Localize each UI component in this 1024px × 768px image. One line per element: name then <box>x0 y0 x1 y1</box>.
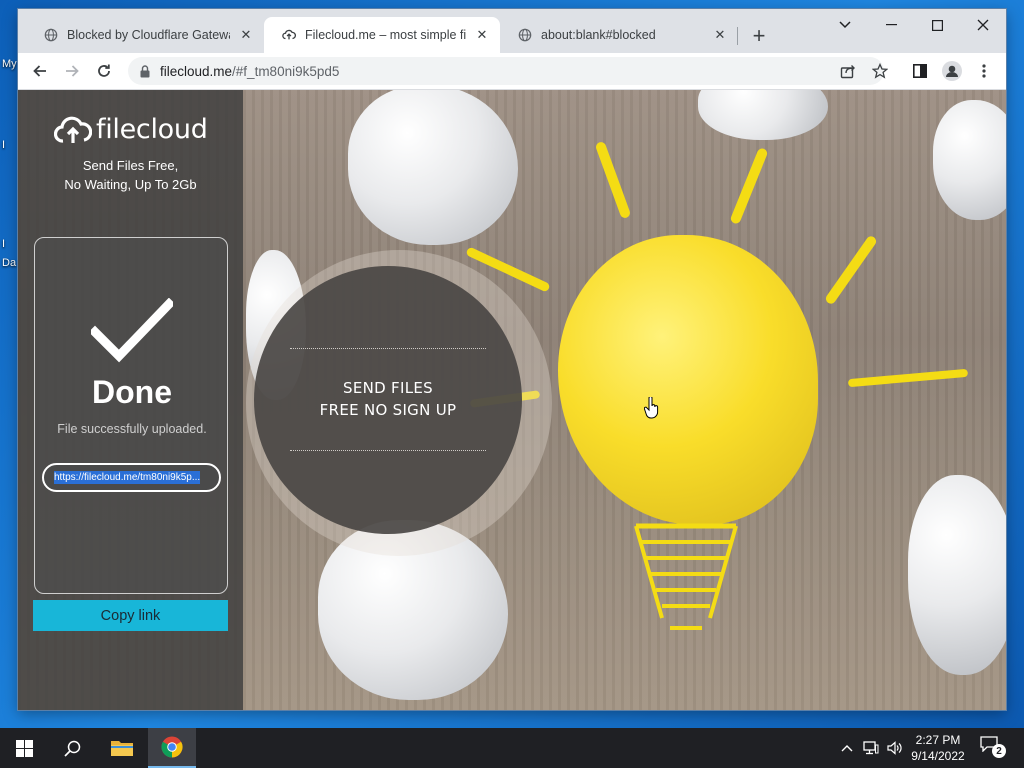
paper-ball-image <box>933 100 1006 220</box>
close-window-button[interactable] <box>960 9 1006 41</box>
chrome-icon <box>161 736 183 758</box>
upload-sidebar: filecloud Send Files Free, No Waiting, U… <box>18 90 243 710</box>
upload-status-card: Done File successfully uploaded. https:/… <box>34 237 228 594</box>
tab-cloudflare-blocked[interactable]: Blocked by Cloudflare Gateway ✕ <box>26 17 264 53</box>
chevron-down-icon <box>839 21 851 29</box>
reload-icon <box>98 64 110 77</box>
minimize-icon <box>885 24 897 26</box>
new-tab-button[interactable]: + <box>746 23 772 49</box>
clock-date: 9/14/2022 <box>911 749 965 763</box>
divider <box>290 348 486 349</box>
status-message: File successfully uploaded. <box>57 422 207 436</box>
windows-logo-icon <box>15 739 33 757</box>
share-button[interactable] <box>834 57 862 85</box>
tagline-line-2: No Waiting, Up To 2Gb <box>64 177 197 192</box>
address-bar[interactable]: filecloud.me/#f_tm80ni9k5pd5 <box>128 57 884 85</box>
status-title: Done <box>92 374 172 410</box>
show-hidden-icons-button[interactable] <box>838 728 856 768</box>
hero-line-1: SEND FILES <box>343 379 433 397</box>
browser-toolbar: filecloud.me/#f_tm80ni9k5pd5 <box>18 53 1006 90</box>
forward-arrow-icon <box>66 65 79 77</box>
back-button[interactable] <box>26 57 54 85</box>
start-button[interactable] <box>0 728 48 768</box>
tab-separator <box>737 27 738 45</box>
network-icon <box>863 741 879 755</box>
share-link-field[interactable]: https://filecloud.me/tm80ni9k5p... <box>42 463 221 492</box>
copy-link-button[interactable]: Copy link <box>33 600 228 631</box>
desktop-icon-label[interactable]: I <box>2 139 5 151</box>
url-text: filecloud.me/#f_tm80ni9k5pd5 <box>160 64 339 79</box>
checkmark-icon <box>91 298 173 363</box>
tab-title: Blocked by Cloudflare Gateway <box>67 28 230 42</box>
maximize-button[interactable] <box>914 9 960 41</box>
volume-tray-button[interactable] <box>884 728 906 768</box>
file-explorer-button[interactable] <box>98 728 146 768</box>
paper-ball-image <box>908 475 1006 675</box>
share-icon <box>840 65 855 79</box>
browser-window: Blocked by Cloudflare Gateway ✕ Fileclou… <box>18 9 1006 710</box>
close-icon <box>977 19 989 31</box>
tab-search-button[interactable] <box>822 9 868 41</box>
more-vertical-icon <box>982 64 986 78</box>
paper-ball-image <box>348 90 518 245</box>
share-link-text[interactable]: https://filecloud.me/tm80ni9k5p... <box>54 471 201 484</box>
close-tab-icon[interactable]: ✕ <box>712 27 728 43</box>
search-icon <box>63 740 80 757</box>
hand-cursor-icon <box>644 397 659 419</box>
search-button[interactable] <box>48 728 96 768</box>
avatar-icon <box>942 61 962 81</box>
network-tray-button[interactable] <box>860 728 882 768</box>
globe-icon <box>44 28 58 42</box>
chevron-up-icon <box>841 745 853 752</box>
minimize-button[interactable] <box>868 9 914 41</box>
desktop-icon-label[interactable]: My <box>2 58 17 70</box>
reload-button[interactable] <box>90 57 118 85</box>
back-arrow-icon <box>33 65 46 77</box>
hero-circle: SEND FILES FREE NO SIGN UP <box>254 266 522 534</box>
speaker-icon <box>887 741 902 755</box>
tab-strip: Blocked by Cloudflare Gateway ✕ Fileclou… <box>18 9 1006 53</box>
notification-count-badge: 2 <box>992 744 1006 758</box>
menu-button[interactable] <box>970 57 998 85</box>
star-icon <box>872 63 888 79</box>
tagline-line-1: Send Files Free, <box>82 158 179 173</box>
desktop-icon-label[interactable]: Da <box>2 257 16 269</box>
forward-button[interactable] <box>58 57 86 85</box>
tab-title: about:blank#blocked <box>541 28 656 42</box>
action-center-button[interactable]: 2 <box>980 736 1008 760</box>
web-page: SEND FILES FREE NO SIGN UP filecloud Sen… <box>18 90 1006 710</box>
side-panel-icon <box>913 64 927 78</box>
desktop-icon-label[interactable]: I <box>2 238 5 250</box>
hero-line-2: FREE NO SIGN UP <box>319 401 457 419</box>
clock-time: 2:27 PM <box>915 733 961 747</box>
folder-icon <box>111 741 133 756</box>
windows-taskbar: 2:27 PM 9/14/2022 2 <box>0 728 1024 768</box>
url-path: /#f_tm80ni9k5pd5 <box>232 63 340 79</box>
tab-filecloud[interactable]: Filecloud.me – most simple file s ✕ <box>264 17 500 53</box>
url-host: filecloud.me <box>160 63 233 79</box>
bookmark-button[interactable] <box>866 57 894 85</box>
globe-icon <box>518 28 532 42</box>
chrome-taskbar-button[interactable] <box>148 728 196 768</box>
close-tab-icon[interactable]: ✕ <box>474 27 490 43</box>
tab-title: Filecloud.me – most simple file s <box>305 28 466 42</box>
profile-button[interactable] <box>938 57 966 85</box>
maximize-icon <box>931 19 943 31</box>
divider <box>290 450 486 451</box>
filecloud-logo[interactable]: filecloud <box>54 114 208 145</box>
close-tab-icon[interactable]: ✕ <box>238 27 254 43</box>
lock-icon[interactable] <box>140 64 150 78</box>
logo-text: filecloud <box>96 114 208 145</box>
cloud-upload-icon <box>54 116 92 143</box>
bulb-base-drawing <box>634 523 738 630</box>
side-panel-button[interactable] <box>906 57 934 85</box>
tab-about-blank[interactable]: about:blank#blocked ✕ <box>500 17 738 53</box>
cloud-upload-icon <box>282 29 296 40</box>
taskbar-clock[interactable]: 2:27 PM 9/14/2022 <box>906 732 970 764</box>
